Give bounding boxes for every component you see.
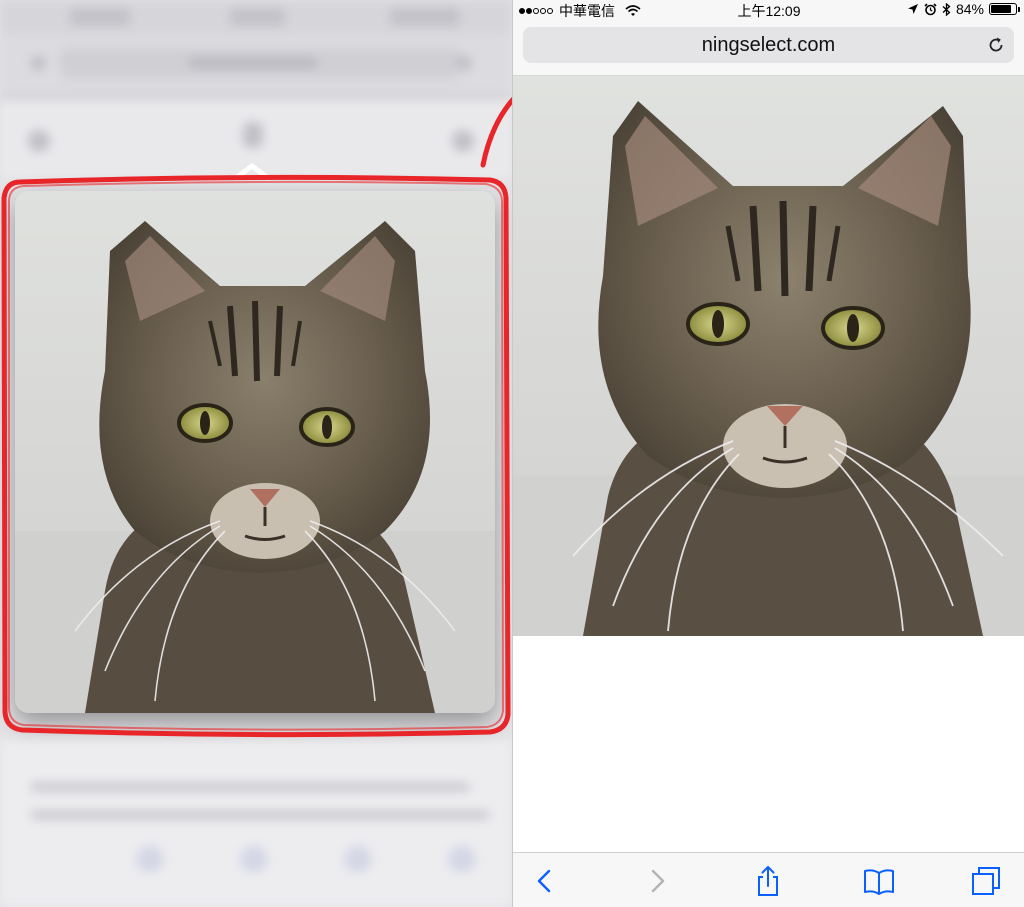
forward-icon [651, 869, 665, 893]
battery-icon [989, 3, 1020, 15]
back-icon [537, 869, 551, 893]
bluetooth-icon [942, 2, 951, 16]
share-icon [758, 866, 778, 896]
back-button[interactable] [529, 865, 561, 897]
page-blank-area [513, 636, 1024, 852]
peek-preview-card[interactable] [15, 191, 495, 713]
safari-browser: 中華電信 上午12:09 84% ningselect.com [512, 0, 1024, 907]
reload-icon[interactable] [986, 35, 1006, 55]
cat-photo [513, 76, 1024, 636]
status-right: 84% [907, 1, 1020, 17]
peek-up-chevron-icon [233, 163, 271, 181]
bookmarks-button[interactable] [863, 865, 895, 897]
bookmarks-icon [864, 869, 894, 895]
cat-photo [15, 191, 495, 713]
safari-toolbar [513, 852, 1024, 907]
tabs-button[interactable] [970, 865, 1002, 897]
alarm-clock-icon [924, 2, 937, 15]
forward-button[interactable] [641, 865, 673, 897]
tabs-icon [972, 867, 1000, 895]
location-arrow-icon [907, 4, 918, 14]
url-field[interactable]: ningselect.com [523, 27, 1014, 63]
cat-photo-fullsize [513, 76, 1024, 636]
url-text[interactable]: ningselect.com [523, 34, 1014, 57]
battery-percent: 84% [955, 1, 984, 17]
status-bar: 中華電信 上午12:09 84% [513, 0, 1024, 20]
share-button[interactable] [752, 865, 784, 897]
peek-preview-panel [0, 0, 512, 907]
screenshot-composite: 中華電信 上午12:09 84% ningselect.com [0, 0, 1024, 907]
address-bar-container: ningselect.com [513, 20, 1024, 76]
